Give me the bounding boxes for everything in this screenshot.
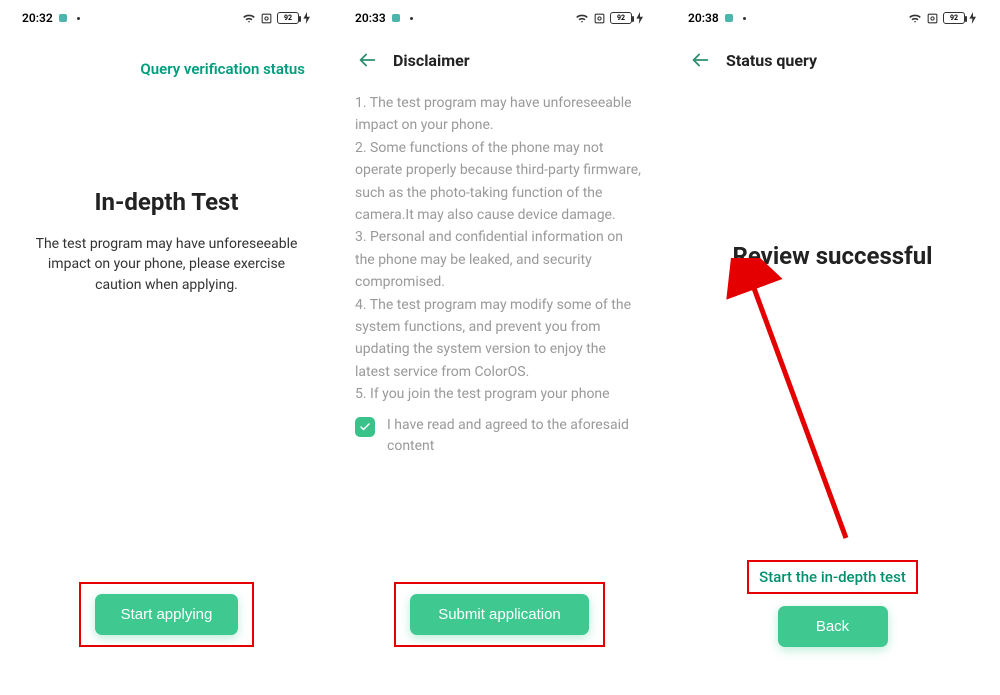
- status-app-icon: [392, 14, 400, 22]
- back-arrow-icon[interactable]: [355, 48, 379, 72]
- main-content: In-depth Test The test program may have …: [0, 78, 333, 582]
- battery-icon: 92: [943, 12, 965, 24]
- status-bar: 20:32 92: [0, 0, 333, 30]
- disclaimer-body: 1. The test program may have unforeseeab…: [333, 72, 666, 405]
- rotation-lock-icon: [593, 12, 606, 25]
- charging-icon: [969, 12, 977, 24]
- status-time: 20:33: [355, 11, 386, 25]
- page-subtitle: The test program may have unforeseeable …: [0, 216, 333, 295]
- wifi-icon: [908, 12, 922, 24]
- wifi-icon: [575, 12, 589, 24]
- status-time: 20:32: [22, 11, 53, 25]
- back-button[interactable]: Back: [778, 606, 888, 647]
- agree-checkbox[interactable]: [355, 417, 375, 437]
- back-arrow-icon[interactable]: [688, 48, 712, 72]
- page-header-title: Disclaimer: [393, 51, 470, 70]
- highlight-box: Start applying: [79, 582, 255, 647]
- page-title: In-depth Test: [94, 188, 238, 216]
- agree-label: I have read and agreed to the aforesaid …: [387, 415, 644, 457]
- screen-in-depth-test: 20:32 92 Query verification status In-de…: [0, 0, 333, 695]
- wifi-icon: [242, 12, 256, 24]
- start-indepth-test-link[interactable]: Start the in-depth test: [759, 568, 906, 586]
- query-verification-link[interactable]: Query verification status: [0, 30, 333, 78]
- battery-icon: 92: [610, 12, 632, 24]
- rotation-lock-icon: [926, 12, 939, 25]
- battery-icon: 92: [277, 12, 299, 24]
- status-app-icon: [59, 14, 67, 22]
- review-status-title: Review successful: [666, 242, 999, 270]
- highlight-box: Submit application: [394, 582, 605, 647]
- start-applying-button[interactable]: Start applying: [95, 594, 239, 635]
- status-time: 20:38: [688, 11, 719, 25]
- charging-icon: [303, 12, 311, 24]
- highlight-box: Start the in-depth test: [747, 560, 918, 594]
- screen-disclaimer: 20:33 92 Disclaimer 1. The test program …: [333, 0, 666, 695]
- rotation-lock-icon: [260, 12, 273, 25]
- status-dot-icon: [410, 17, 413, 20]
- submit-application-button[interactable]: Submit application: [410, 594, 589, 635]
- status-dot-icon: [743, 17, 746, 20]
- status-bar: 20:33 92: [333, 0, 666, 30]
- charging-icon: [636, 12, 644, 24]
- status-bar: 20:38 92: [666, 0, 999, 30]
- screen-status-query: 20:38 92 Status query Review successful: [666, 0, 999, 695]
- page-header-title: Status query: [726, 51, 817, 70]
- status-dot-icon: [77, 17, 80, 20]
- status-app-icon: [725, 14, 733, 22]
